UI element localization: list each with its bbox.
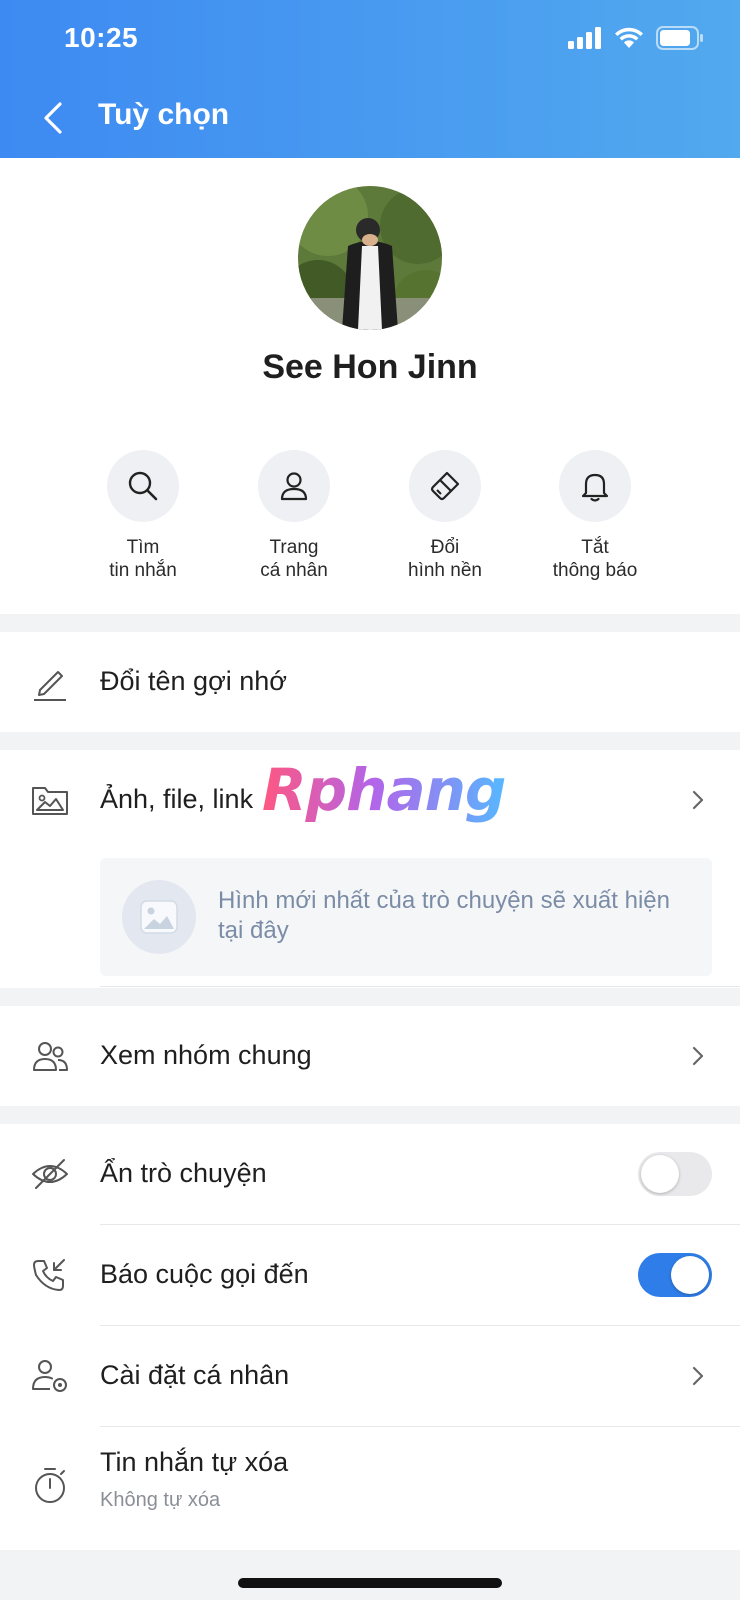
chevron-right-icon	[692, 1046, 704, 1066]
action-wallpaper-circle	[409, 450, 481, 522]
status-icons	[568, 26, 704, 50]
home-indicator	[238, 1578, 502, 1588]
action-label: hình nền	[408, 560, 482, 581]
profile-section: See Hon Jinn Tìmtin nhắn Trangcá nhân	[0, 158, 740, 614]
user-icon	[280, 472, 308, 501]
media-placeholder-text: Hình mới nhất của trò chuyện sẽ xuất hiệ…	[218, 887, 670, 944]
action-search-messages[interactable]: Tìm tin nhắn	[68, 450, 218, 582]
auto-delete-value: Không tự xóa	[100, 1489, 221, 1511]
action-label: Tìm	[126, 537, 160, 558]
media-preview-box[interactable]: Hình mới nhất của trò chuyện sẽ xuất hiệ…	[100, 858, 712, 976]
incoming-call-icon	[33, 1259, 65, 1291]
avatar[interactable]	[298, 186, 442, 330]
paintbrush-icon	[430, 471, 460, 501]
rename-label: Đổi tên gợi nhớ	[100, 666, 288, 696]
call-alert-toggle[interactable]	[638, 1253, 712, 1297]
rename-section: Đổi tên gợi nhớ	[0, 632, 740, 732]
chevron-right-icon	[692, 790, 704, 810]
action-label: Trang	[269, 537, 319, 558]
auto-delete-label: Tin nhắn tự xóa	[100, 1447, 289, 1477]
chevron-right-icon	[692, 1366, 704, 1386]
cellular-signal-icon	[568, 27, 601, 49]
action-label: cá nhân	[260, 560, 328, 581]
rename-row[interactable]: Đổi tên gợi nhớ	[0, 632, 740, 732]
hide-chat-row: Ẩn trò chuyện	[0, 1124, 740, 1224]
action-label: Tắt	[581, 537, 609, 558]
eye-off-icon	[32, 1159, 68, 1189]
personal-settings-row[interactable]: Cài đặt cá nhân	[0, 1326, 740, 1426]
media-label: Ảnh, file, link	[100, 784, 254, 814]
bell-icon	[581, 473, 609, 502]
wifi-icon	[615, 27, 643, 48]
header: 10:25 Tuỳ chọn	[0, 0, 740, 158]
call-alert-label: Báo cuộc gọi đến	[100, 1259, 309, 1289]
settings-section: Ẩn trò chuyện Báo cuộc gọi đến Cài đặt c…	[0, 1124, 740, 1550]
pencil-icon	[34, 671, 66, 701]
groups-row[interactable]: Xem nhóm chung	[0, 1006, 740, 1106]
action-label: tin nhắn	[109, 560, 177, 581]
folder-image-icon	[32, 787, 68, 815]
action-mute-notifications[interactable]: Tắt thông báo	[520, 450, 670, 582]
action-mute-circle	[559, 450, 631, 522]
contact-name: See Hon Jinn	[262, 348, 478, 386]
groups-label: Xem nhóm chung	[100, 1040, 312, 1070]
search-icon	[128, 471, 158, 501]
divider	[100, 986, 740, 987]
page-title: Tuỳ chọn	[98, 98, 230, 131]
avatar-photo	[298, 186, 442, 330]
battery-icon	[656, 26, 703, 50]
toggle-knob	[641, 1155, 679, 1193]
user-settings-icon	[32, 1360, 67, 1392]
hide-chat-label: Ẩn trò chuyện	[100, 1158, 267, 1188]
action-label: Đổi	[430, 537, 460, 558]
timer-icon	[35, 1468, 65, 1503]
watermark-logo: Rphang	[262, 756, 506, 824]
action-change-wallpaper[interactable]: Đổi hình nền	[370, 450, 520, 582]
action-label: thông báo	[552, 560, 638, 581]
action-profile[interactable]: Trang cá nhân	[219, 450, 369, 582]
toggle-knob	[671, 1256, 709, 1294]
action-search-circle	[107, 450, 179, 522]
personal-settings-label: Cài đặt cá nhân	[100, 1360, 290, 1390]
media-thumb	[122, 880, 196, 954]
users-icon	[33, 1042, 68, 1071]
status-time: 10:25	[64, 22, 139, 53]
image-placeholder-icon	[140, 900, 178, 934]
action-profile-circle	[258, 450, 330, 522]
groups-section: Xem nhóm chung	[0, 1006, 740, 1106]
hide-chat-toggle[interactable]	[638, 1152, 712, 1196]
back-arrow-icon[interactable]	[36, 96, 76, 140]
call-alert-row: Báo cuộc gọi đến	[0, 1225, 740, 1325]
auto-delete-row[interactable]: Tin nhắn tự xóa Không tự xóa	[0, 1427, 740, 1547]
